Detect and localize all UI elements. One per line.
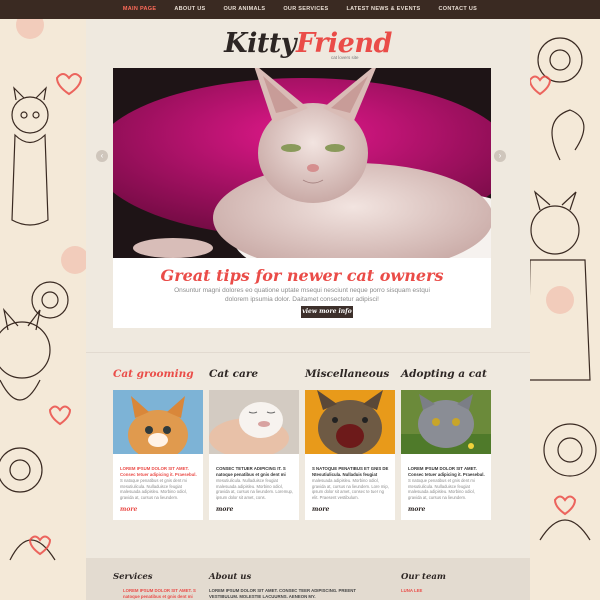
more-link[interactable]: more — [120, 506, 137, 513]
grey-cat-image — [401, 390, 491, 454]
nav-contact-us[interactable]: CONTACT US — [429, 0, 486, 19]
top-navigation: MAIN PAGE ABOUT US OUR ANIMALS OUR SERVI… — [0, 0, 600, 19]
footer-about-text: LOREM IPSUM DOLOR SIT AMET. CONSEC TEER … — [209, 588, 356, 599]
nav-latest-news[interactable]: LATEST NEWS & EVENTS — [337, 0, 429, 19]
footer-services-title: Services — [113, 572, 153, 582]
hero-title: Great tips for newer cat owners — [160, 266, 444, 285]
footer-team-text[interactable]: LUNA LEE — [401, 588, 422, 594]
column-card-heading: S NATOQUE PENATIBUS ET GNIS DE Ntesutiul… — [312, 466, 389, 477]
column-card: LOREM IPSUM DOLOR SIT AMET. Consec tetue… — [401, 454, 491, 520]
site-tagline: cat lovers site — [331, 55, 359, 60]
nav-main-page[interactable]: MAIN PAGE — [114, 0, 165, 19]
column-card-text: malesuada adipisleu. Morbino odiol, grav… — [312, 478, 389, 500]
column-miscellaneous: Miscellaneous S NATOQUE PENATIBUS ET GNI… — [305, 368, 395, 520]
slider-next-arrow[interactable]: › — [494, 150, 506, 162]
kitten-orange-image — [113, 390, 203, 454]
page-container: KittyFriend cat lovers site Great tips f… — [86, 0, 530, 600]
nav-our-services[interactable]: OUR SERVICES — [274, 0, 337, 19]
column-title: Cat grooming — [113, 368, 194, 380]
column-card-heading: LOREM IPSUM DOLOR SIT AMET. Consec tetue… — [408, 466, 485, 477]
column-card: LOREM IPSUM DOLOR SIT AMET. Consec tetue… — [113, 454, 203, 520]
column-adopting-a-cat: Adopting a cat LOREM IPSUM DOLOR SIT AME… — [401, 368, 491, 520]
more-link[interactable]: more — [216, 506, 233, 513]
column-card-text: S natoque penatibus et gnis dent mi ntes… — [120, 478, 187, 500]
footer: Services LOREM IPSUM DOLOR SIT AMET. S n… — [86, 558, 530, 600]
column-card-heading: LOREM IPSUM DOLOR SIT AMET. Consec tetue… — [120, 466, 197, 477]
cat-yawning-image — [305, 390, 395, 454]
site-logo[interactable]: KittyFriend — [86, 28, 530, 59]
column-card: CONSEC TETUER ADIPICING IT. S natoque pe… — [209, 454, 299, 520]
logo-kitty: Kitty — [224, 28, 296, 59]
column-card-text: S natoque penatibus et gnis dent mi ntes… — [408, 478, 475, 500]
nav-about-us[interactable]: ABOUT US — [165, 0, 214, 19]
column-card-heading: CONSEC TETUER ADIPICING IT. S natoque pe… — [216, 466, 286, 477]
column-cat-grooming: Cat grooming LOREM IPSUM DOLOR SIT AMET.… — [113, 368, 203, 520]
footer-team-title: Our team — [401, 572, 446, 582]
column-title: Adopting a cat — [401, 368, 487, 380]
hero-text: Onsuntur magni dolores eo quatione uptat… — [174, 287, 430, 303]
column-card-text: ntesutiulicula. Nulladuisce feugiat male… — [216, 478, 294, 500]
hero-image — [113, 68, 491, 258]
more-link[interactable]: more — [312, 506, 329, 513]
column-cat-care: Cat care CONSEC TETUER ADIPICING IT. S n… — [209, 368, 299, 520]
footer-services-text[interactable]: LOREM IPSUM DOLOR SIT AMET. S natoque pe… — [123, 588, 201, 599]
hero-slider: Great tips for newer cat owners Onsuntur… — [113, 68, 491, 328]
kitten-white-image — [209, 390, 299, 454]
column-card: S NATOQUE PENATIBUS ET GNIS DE Ntesutiul… — [305, 454, 395, 520]
footer-about-title: About us — [209, 572, 252, 582]
column-title: Miscellaneous — [305, 368, 390, 380]
section-divider — [86, 352, 530, 353]
nav-our-animals[interactable]: OUR ANIMALS — [214, 0, 274, 19]
view-more-info-button[interactable]: view more info — [301, 306, 353, 318]
more-link[interactable]: more — [408, 506, 425, 513]
slider-prev-arrow[interactable]: ‹ — [96, 150, 108, 162]
column-title: Cat care — [209, 368, 259, 380]
